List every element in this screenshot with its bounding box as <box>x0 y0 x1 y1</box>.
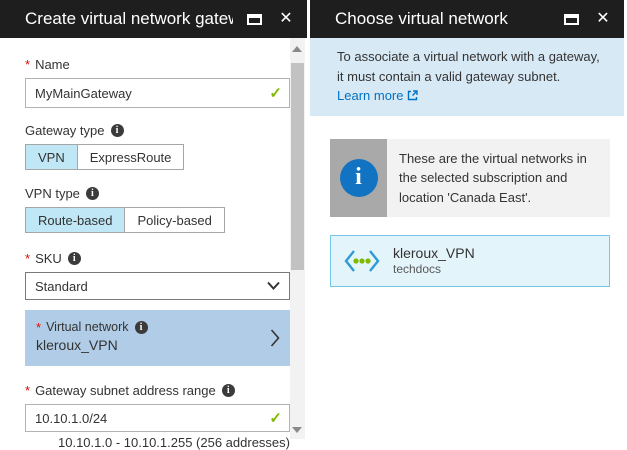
required-marker: * <box>25 383 30 398</box>
info-icon: i <box>222 384 235 397</box>
required-marker: * <box>25 57 30 72</box>
subnet-range-helper: 10.10.1.0 - 10.10.1.255 (256 addresses) <box>25 435 290 450</box>
gateway-subnet-label: * Gateway subnet address range i <box>25 382 289 398</box>
sku-label: * SKU i <box>25 250 289 266</box>
maximize-icon <box>247 14 262 25</box>
vpn-type-toggle: Route-based Policy-based <box>25 207 289 233</box>
sku-selected-value: Standard <box>35 279 88 294</box>
gateway-subnet-field-wrap: ✓ <box>25 404 290 432</box>
vpn-type-label: VPN type i <box>25 185 289 201</box>
banner-text: To associate a virtual network with a ga… <box>337 49 600 84</box>
required-marker: * <box>36 320 41 335</box>
sku-select[interactable]: Standard <box>25 272 290 300</box>
maximize-icon <box>564 14 579 25</box>
info-box-text: These are the virtual networks in the se… <box>387 139 610 218</box>
vpn-type-option-policy-based[interactable]: Policy-based <box>125 207 224 233</box>
close-button[interactable]: ✕ <box>275 8 297 30</box>
info-icon: i <box>86 187 99 200</box>
gateway-subnet-input[interactable] <box>25 404 290 432</box>
info-icon: i <box>68 252 81 265</box>
name-field-wrap: ✓ <box>25 78 290 108</box>
scrollbar-thumb[interactable] <box>291 63 304 270</box>
info-icon: i <box>111 124 124 137</box>
gateway-type-option-vpn[interactable]: VPN <box>25 144 78 170</box>
external-link-icon <box>407 90 418 101</box>
close-icon: ✕ <box>279 11 292 27</box>
subscription-info-box: i These are the virtual networks in the … <box>330 139 610 218</box>
vnet-item-subtitle: techdocs <box>393 262 475 277</box>
check-icon: ✓ <box>269 409 282 427</box>
required-marker: * <box>25 251 30 266</box>
gateway-subnet-banner: To associate a virtual network with a ga… <box>310 38 624 116</box>
maximize-button[interactable] <box>560 8 582 30</box>
gateway-type-option-expressroute[interactable]: ExpressRoute <box>78 144 185 170</box>
azure-portal-blades: Create virtual network gatew.. ✕ * Name … <box>0 0 627 439</box>
vnet-item-name: kleroux_VPN <box>393 245 475 263</box>
left-blade-scrollbar[interactable] <box>290 38 305 439</box>
scroll-down-icon[interactable] <box>292 427 302 433</box>
page-title: Choose virtual network <box>335 9 550 29</box>
create-gateway-blade: Create virtual network gatew.. ✕ * Name … <box>0 0 310 439</box>
scroll-up-icon[interactable] <box>292 46 302 52</box>
chevron-right-icon <box>270 329 280 347</box>
gateway-type-label: Gateway type i <box>25 122 289 138</box>
virtual-network-selector[interactable]: * Virtual network i kleroux_VPN <box>25 310 290 366</box>
vnet-item-text: kleroux_VPN techdocs <box>393 245 475 278</box>
chevron-down-icon <box>267 281 280 290</box>
virtual-network-value: kleroux_VPN <box>36 337 260 353</box>
info-icon: i <box>340 159 378 197</box>
virtual-network-label: * Virtual network i <box>36 319 260 335</box>
vpn-type-option-route-based[interactable]: Route-based <box>25 207 125 233</box>
page-title: Create virtual network gatew.. <box>25 9 233 29</box>
choose-vnet-blade: Choose virtual network ✕ To associate a … <box>310 0 624 439</box>
create-gateway-form: * Name ✓ Gateway type i VPN ExpressRoute… <box>0 38 289 439</box>
learn-more-link[interactable]: Learn more <box>337 86 418 106</box>
vnet-list-item-kleroux[interactable]: kleroux_VPN techdocs <box>330 235 610 287</box>
info-icon: i <box>135 321 148 334</box>
name-input[interactable] <box>25 78 290 108</box>
create-gateway-header: Create virtual network gatew.. ✕ <box>0 0 307 38</box>
close-icon: ✕ <box>596 11 609 27</box>
gateway-type-toggle: VPN ExpressRoute <box>25 144 289 170</box>
info-icon-cell: i <box>330 139 387 218</box>
name-label: * Name <box>25 56 289 72</box>
virtual-network-icon <box>343 248 381 274</box>
check-icon: ✓ <box>269 84 282 102</box>
close-button[interactable]: ✕ <box>592 8 614 30</box>
maximize-button[interactable] <box>243 8 265 30</box>
choose-vnet-header: Choose virtual network ✕ <box>310 0 624 38</box>
